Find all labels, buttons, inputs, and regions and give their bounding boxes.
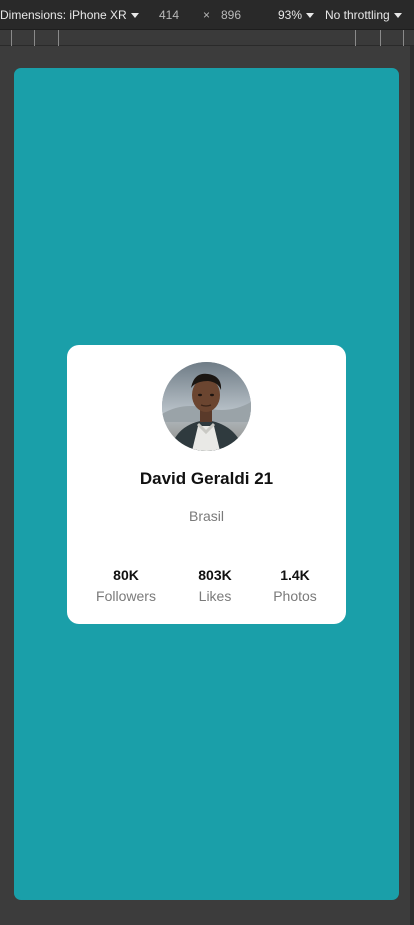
- times-icon: ×: [203, 8, 211, 22]
- stat-value: 80K: [113, 567, 139, 583]
- stat-label: Likes: [198, 588, 232, 604]
- devtools-device-toolbar: Dimensions: iPhone XR 414 × 896 93% No t…: [0, 0, 414, 30]
- ruler-tick: [380, 30, 381, 46]
- resize-handle[interactable]: [410, 46, 414, 925]
- stat-label: Followers: [96, 588, 156, 604]
- device-viewport: David Geraldi 21 Brasil 80K Followers 80…: [14, 68, 399, 900]
- throttling-label: No throttling: [325, 8, 390, 22]
- profile-location: Brasil: [188, 508, 224, 524]
- zoom-label: 93%: [278, 8, 303, 22]
- stat-photos: 1.4K Photos: [255, 567, 335, 604]
- chevron-down-icon: [393, 12, 402, 18]
- ruler-tick: [11, 30, 12, 46]
- stat-followers: 80K Followers: [86, 567, 166, 604]
- chevron-down-icon: [306, 12, 315, 18]
- throttling-selector[interactable]: No throttling: [325, 8, 402, 22]
- stat-value: 803K: [198, 567, 232, 583]
- device-label: Dimensions: iPhone XR: [0, 8, 127, 22]
- zoom-selector[interactable]: 93%: [278, 8, 315, 22]
- media-query-ruler[interactable]: [0, 30, 414, 46]
- device-selector[interactable]: Dimensions: iPhone XR: [0, 8, 139, 22]
- ruler-tick: [58, 30, 59, 46]
- stat-likes: 803K Likes: [175, 567, 255, 604]
- ruler-tick: [34, 30, 35, 46]
- avatar: [162, 362, 251, 451]
- ruler-tick: [355, 30, 356, 46]
- height-input[interactable]: 896: [221, 8, 241, 22]
- profile-name: David Geraldi 21: [139, 469, 274, 488]
- stat-label: Photos: [273, 588, 317, 604]
- width-input[interactable]: 414: [159, 8, 179, 22]
- avatar-photo: [162, 362, 251, 451]
- stat-value: 1.4K: [280, 567, 310, 583]
- chevron-down-icon: [130, 12, 139, 18]
- profile-card: David Geraldi 21 Brasil 80K Followers 80…: [67, 345, 346, 624]
- ruler-tick: [403, 30, 404, 46]
